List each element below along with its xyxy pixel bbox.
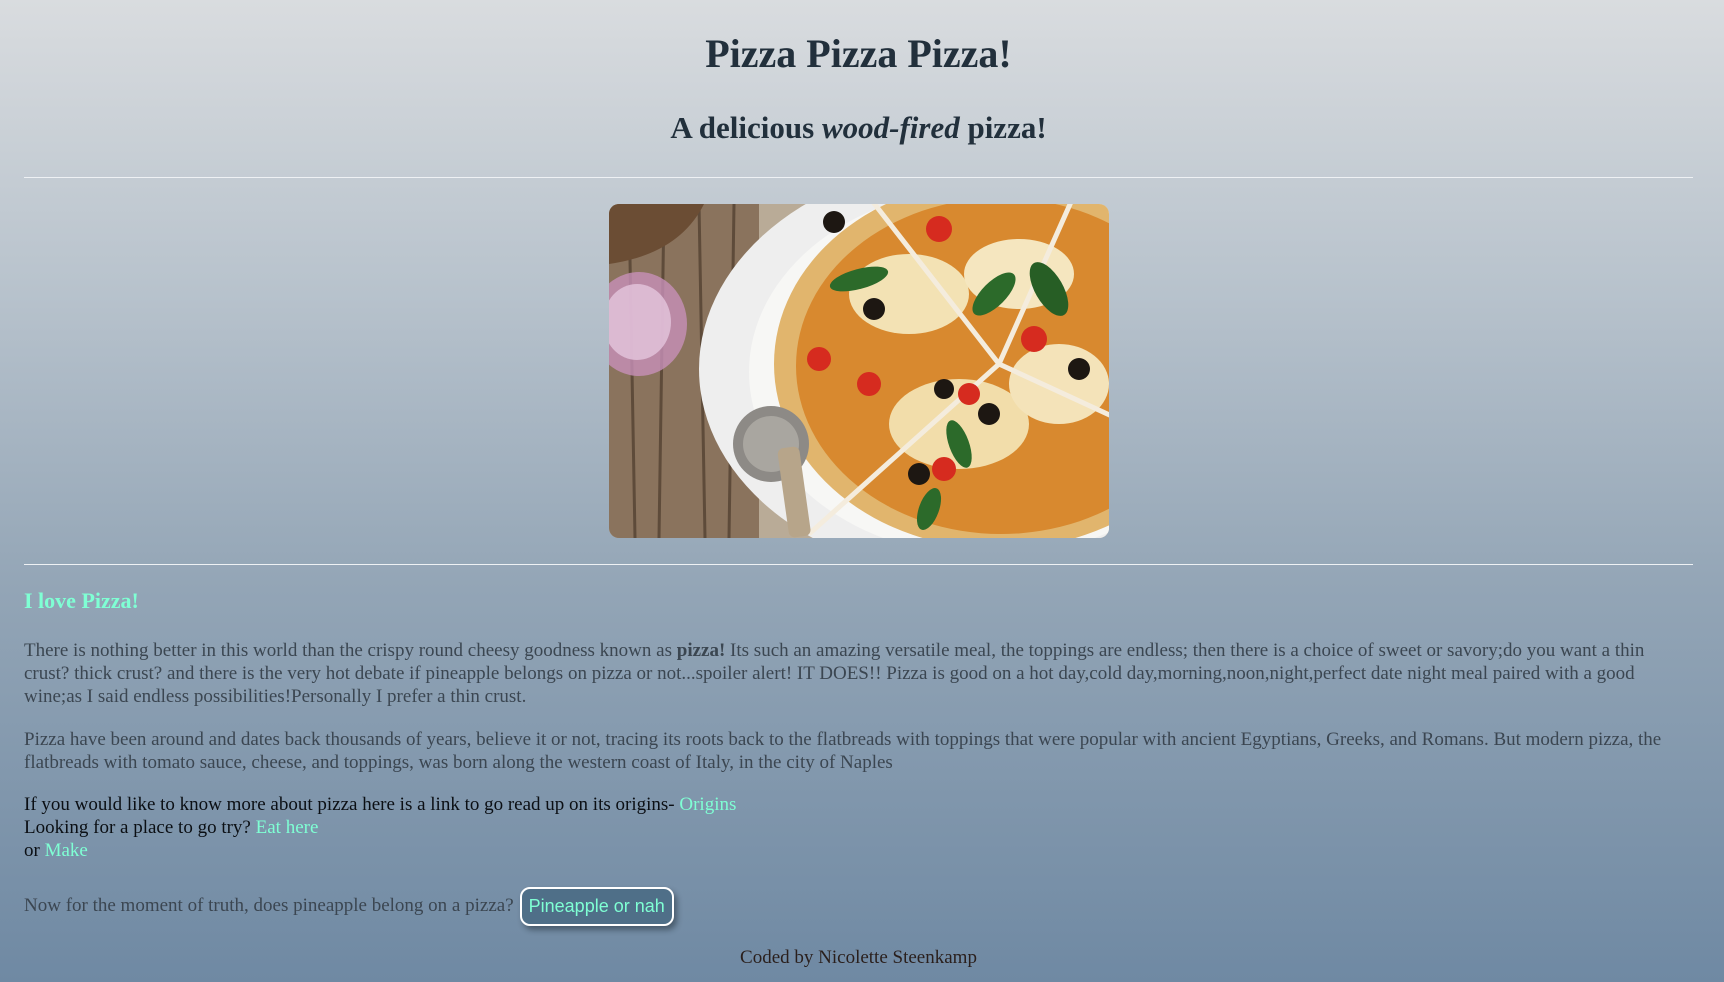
pizza-photo (609, 204, 1109, 538)
intro-text-start: There is nothing better in this world th… (24, 640, 677, 661)
make-prompt: or (24, 840, 45, 861)
origins-prompt: If you would like to know more about piz… (24, 794, 680, 815)
eat-here-link[interactable]: Eat here (256, 817, 319, 838)
pineapple-button[interactable]: Pineapple or nah (519, 886, 674, 926)
origins-link[interactable]: Origins (679, 794, 736, 815)
subtitle-emphasis: wood-fired (821, 110, 960, 145)
subtitle-start: A delicious (670, 110, 822, 145)
section-heading: I love Pizza! (24, 588, 139, 613)
links-block: If you would like to know more about piz… (24, 793, 736, 862)
subtitle-end: pizza! (959, 110, 1047, 145)
bottom-divider (24, 564, 1693, 565)
pineapple-question: Now for the moment of truth, does pineap… (24, 895, 514, 916)
eat-prompt: Looking for a place to go try? (24, 817, 256, 838)
intro-text-bold: pizza! (676, 640, 726, 661)
make-link[interactable]: Make (45, 840, 88, 861)
top-divider (24, 177, 1693, 178)
page-title: Pizza Pizza Pizza! (705, 31, 1012, 76)
pineapple-question-row: Now for the moment of truth, does pineap… (24, 886, 674, 926)
pizza-illustration (609, 204, 1109, 538)
intro-paragraph: There is nothing better in this world th… (24, 639, 1693, 708)
history-paragraph: Pizza have been around and dates back th… (24, 729, 1662, 773)
page-subtitle: A delicious wood-fired pizza! (24, 108, 1693, 148)
footer-credit: Coded by Nicolette Steenkamp (740, 947, 977, 968)
